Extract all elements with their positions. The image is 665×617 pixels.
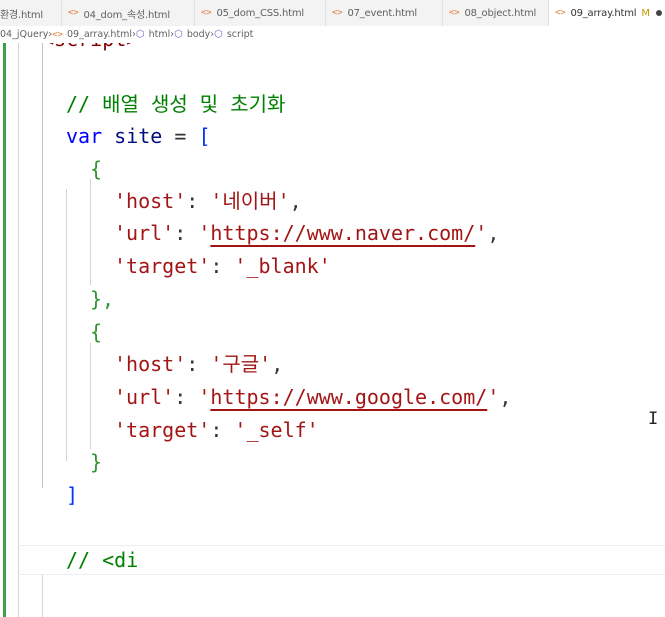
code-line: {: [90, 316, 102, 348]
indent-guide: [90, 343, 91, 449]
code-line: <script>: [42, 43, 138, 55]
operator-token: =: [174, 124, 187, 148]
indent-guide: [18, 43, 19, 617]
code-editor[interactable]: <script> // 배열 생성 및 초기화 var site = [ { '…: [0, 43, 665, 617]
bracket-token: [: [198, 124, 211, 148]
colon-token: :: [210, 254, 223, 278]
breadcrumb-file[interactable]: <> 09_array.html: [52, 29, 132, 40]
breadcrumb-file-label: 09_array.html: [67, 29, 133, 40]
tab-label: 환경.html: [0, 9, 43, 21]
tab-file-4[interactable]: <> 08_object.html: [443, 0, 549, 26]
quote-token: ': [475, 221, 488, 245]
indent-guide: [42, 575, 43, 617]
code-line: },: [90, 283, 114, 315]
comment-token: // 배열 생성 및 초기화: [66, 92, 286, 116]
code-line: // 배열 생성 및 초기화: [66, 88, 285, 120]
code-line: }: [90, 446, 102, 478]
html-file-icon: <>: [52, 29, 64, 40]
breadcrumb-body[interactable]: ⬡ body: [174, 29, 210, 40]
string-token: '_self': [234, 418, 319, 442]
brace-token: {: [90, 320, 103, 344]
key-token: 'url': [114, 221, 175, 245]
code-line: var site = [: [66, 120, 211, 152]
breadcrumb-script-label: script: [226, 29, 254, 40]
code-line: 'target': '_self': [114, 414, 319, 446]
tab-file-3[interactable]: <> 07_event.html: [326, 0, 443, 26]
breadcrumb-folder-label: 04_jQuery: [0, 29, 49, 40]
html-file-icon: <>: [201, 8, 212, 18]
breadcrumb-html[interactable]: ⬡ html: [136, 29, 170, 40]
tab-file-2[interactable]: <> 05_dom_CSS.html: [195, 0, 326, 26]
comma-token: ,: [271, 352, 284, 376]
key-token: 'target': [114, 254, 211, 278]
key-token: 'target': [114, 418, 211, 442]
html-file-icon: <>: [332, 8, 343, 18]
tab-label: 07_event.html: [347, 7, 418, 19]
comma-token: ,: [487, 221, 500, 245]
string-token: '구글': [210, 352, 272, 376]
html-file-icon: <>: [68, 8, 79, 18]
brace-token: }: [90, 450, 103, 474]
url-link[interactable]: https://www.naver.com/: [210, 221, 475, 245]
modified-badge: M: [641, 7, 650, 19]
code-line: 'target': '_blank': [114, 250, 331, 282]
code-line: // <di: [66, 544, 138, 576]
key-token: 'host': [114, 352, 187, 376]
string-token: '_blank': [234, 254, 331, 278]
tab-label: 05_dom_CSS.html: [216, 7, 305, 19]
quote-token: ': [487, 385, 500, 409]
tab-label: 09_array.html: [570, 7, 637, 19]
quote-token: ': [198, 385, 211, 409]
element-cube-icon: ⬡: [135, 29, 145, 40]
tab-label: 04_dom_속성.html: [83, 9, 170, 21]
brace-token: {: [90, 157, 103, 181]
code-line: {: [90, 153, 102, 185]
url-link[interactable]: https://www.google.com/: [210, 385, 487, 409]
indent-guide: [66, 189, 67, 461]
text-cursor-icon: I: [648, 409, 659, 429]
tab-file-1[interactable]: <> 04_dom_속성.html: [62, 0, 195, 26]
colon-token: :: [174, 385, 187, 409]
breadcrumb-html-label: html: [148, 29, 171, 40]
editor-tab-bar: 환경.html <> 04_dom_속성.html <> 05_dom_CSS.…: [0, 0, 665, 27]
element-cube-icon: ⬡: [214, 29, 223, 40]
script-tag-token: <script>: [42, 43, 138, 51]
breadcrumb-body-label: body: [186, 29, 211, 40]
string-token: '네이버': [210, 189, 290, 213]
code-line: 'url': 'https://www.google.com/',: [114, 381, 511, 413]
breadcrumb: 04_jQuery › <> 09_array.html › ⬡ html › …: [0, 26, 665, 43]
code-line: 'url': 'https://www.naver.com/',: [114, 217, 499, 249]
brace-token: },: [90, 287, 115, 311]
html-file-icon: <>: [449, 8, 460, 18]
unsaved-dot-icon[interactable]: [655, 10, 662, 16]
key-token: 'host': [114, 189, 187, 213]
indent-guide: [42, 43, 43, 488]
identifier-token: site: [114, 124, 163, 148]
element-cube-icon: ⬡: [174, 29, 183, 40]
breadcrumb-folder[interactable]: 04_jQuery: [0, 29, 48, 40]
colon-token: :: [210, 418, 223, 442]
keyword-token: var: [66, 124, 103, 148]
code-line: 'host': '구글',: [114, 348, 283, 380]
quote-token: ': [198, 221, 211, 245]
code-line: 'host': '네이버',: [114, 185, 302, 217]
html-file-icon: <>: [555, 8, 566, 18]
comment-token: // <di: [66, 548, 139, 572]
comma-token: ,: [289, 189, 302, 213]
breadcrumb-script[interactable]: ⬡ script: [214, 29, 253, 40]
tab-file-active[interactable]: <> 09_array.html M: [549, 0, 665, 26]
tab-file-0[interactable]: 환경.html: [0, 0, 62, 26]
tab-label: 08_object.html: [464, 7, 537, 19]
colon-token: :: [186, 189, 199, 213]
modified-gutter-bar: [3, 43, 6, 617]
key-token: 'url': [114, 385, 175, 409]
bracket-token: ]: [66, 483, 79, 507]
colon-token: :: [174, 221, 187, 245]
code-line: ]: [66, 479, 78, 511]
indent-guide: [90, 179, 91, 285]
colon-token: :: [186, 352, 199, 376]
comma-token: ,: [499, 385, 512, 409]
